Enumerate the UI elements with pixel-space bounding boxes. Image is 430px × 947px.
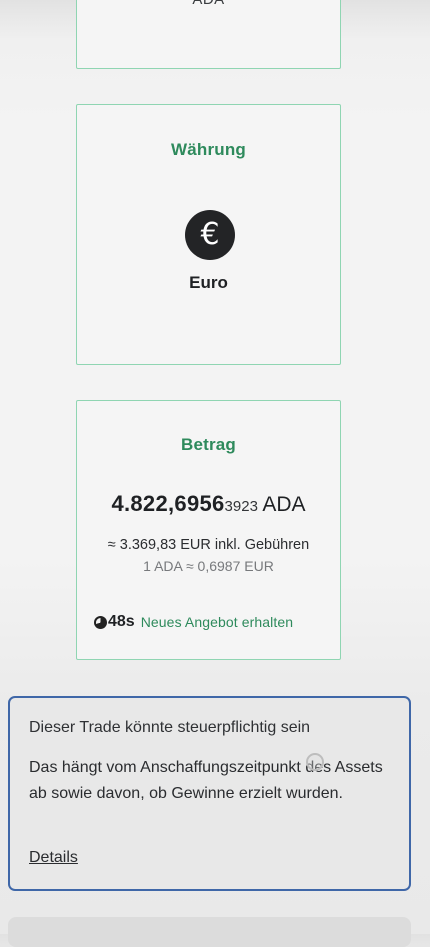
crypto-amount-main: 4.822,6956 (111, 491, 225, 516)
bottom-action-bar[interactable] (8, 917, 411, 947)
crypto-amount: 4.822,69563923 ADA (77, 491, 340, 517)
currency-card[interactable]: Währung € Euro (76, 104, 341, 365)
tax-notice-title: Dieser Trade könnte steuerpflichtig sein (29, 719, 311, 736)
currency-name: Euro (189, 273, 228, 292)
asset-label: ADA (77, 0, 340, 8)
crypto-amount-decimals: 3923 (224, 498, 258, 515)
quote-timer: 48s Neues Angebot erhalten (94, 613, 293, 631)
euro-icon: € (185, 210, 235, 260)
tax-notice-body: Das hängt vom Anschaffungszeitpunkt des … (29, 759, 383, 802)
tax-notice: Dieser Trade könnte steuerpflichtig sein… (8, 696, 411, 891)
eur-equivalent: ≈ 3.369,83 EUR inkl. Gebühren (107, 537, 310, 553)
amount-card-title: Betrag (180, 435, 237, 454)
crypto-amount-unit: ADA (262, 493, 306, 516)
exchange-rate: 1 ADA ≈ 0,6987 EUR (143, 558, 274, 574)
touch-cursor-indicator (306, 753, 324, 771)
currency-card-title: Währung (170, 140, 247, 159)
timer-seconds: 48s (108, 613, 135, 630)
amount-card[interactable]: Betrag 4.822,69563923 ADA ≈ 3.369,83 EUR… (76, 400, 341, 660)
asset-card[interactable]: ADA (76, 0, 341, 69)
timer-icon (94, 615, 107, 629)
details-link[interactable]: Details (29, 849, 78, 867)
timer-status-text: Neues Angebot erhalten (140, 614, 294, 630)
